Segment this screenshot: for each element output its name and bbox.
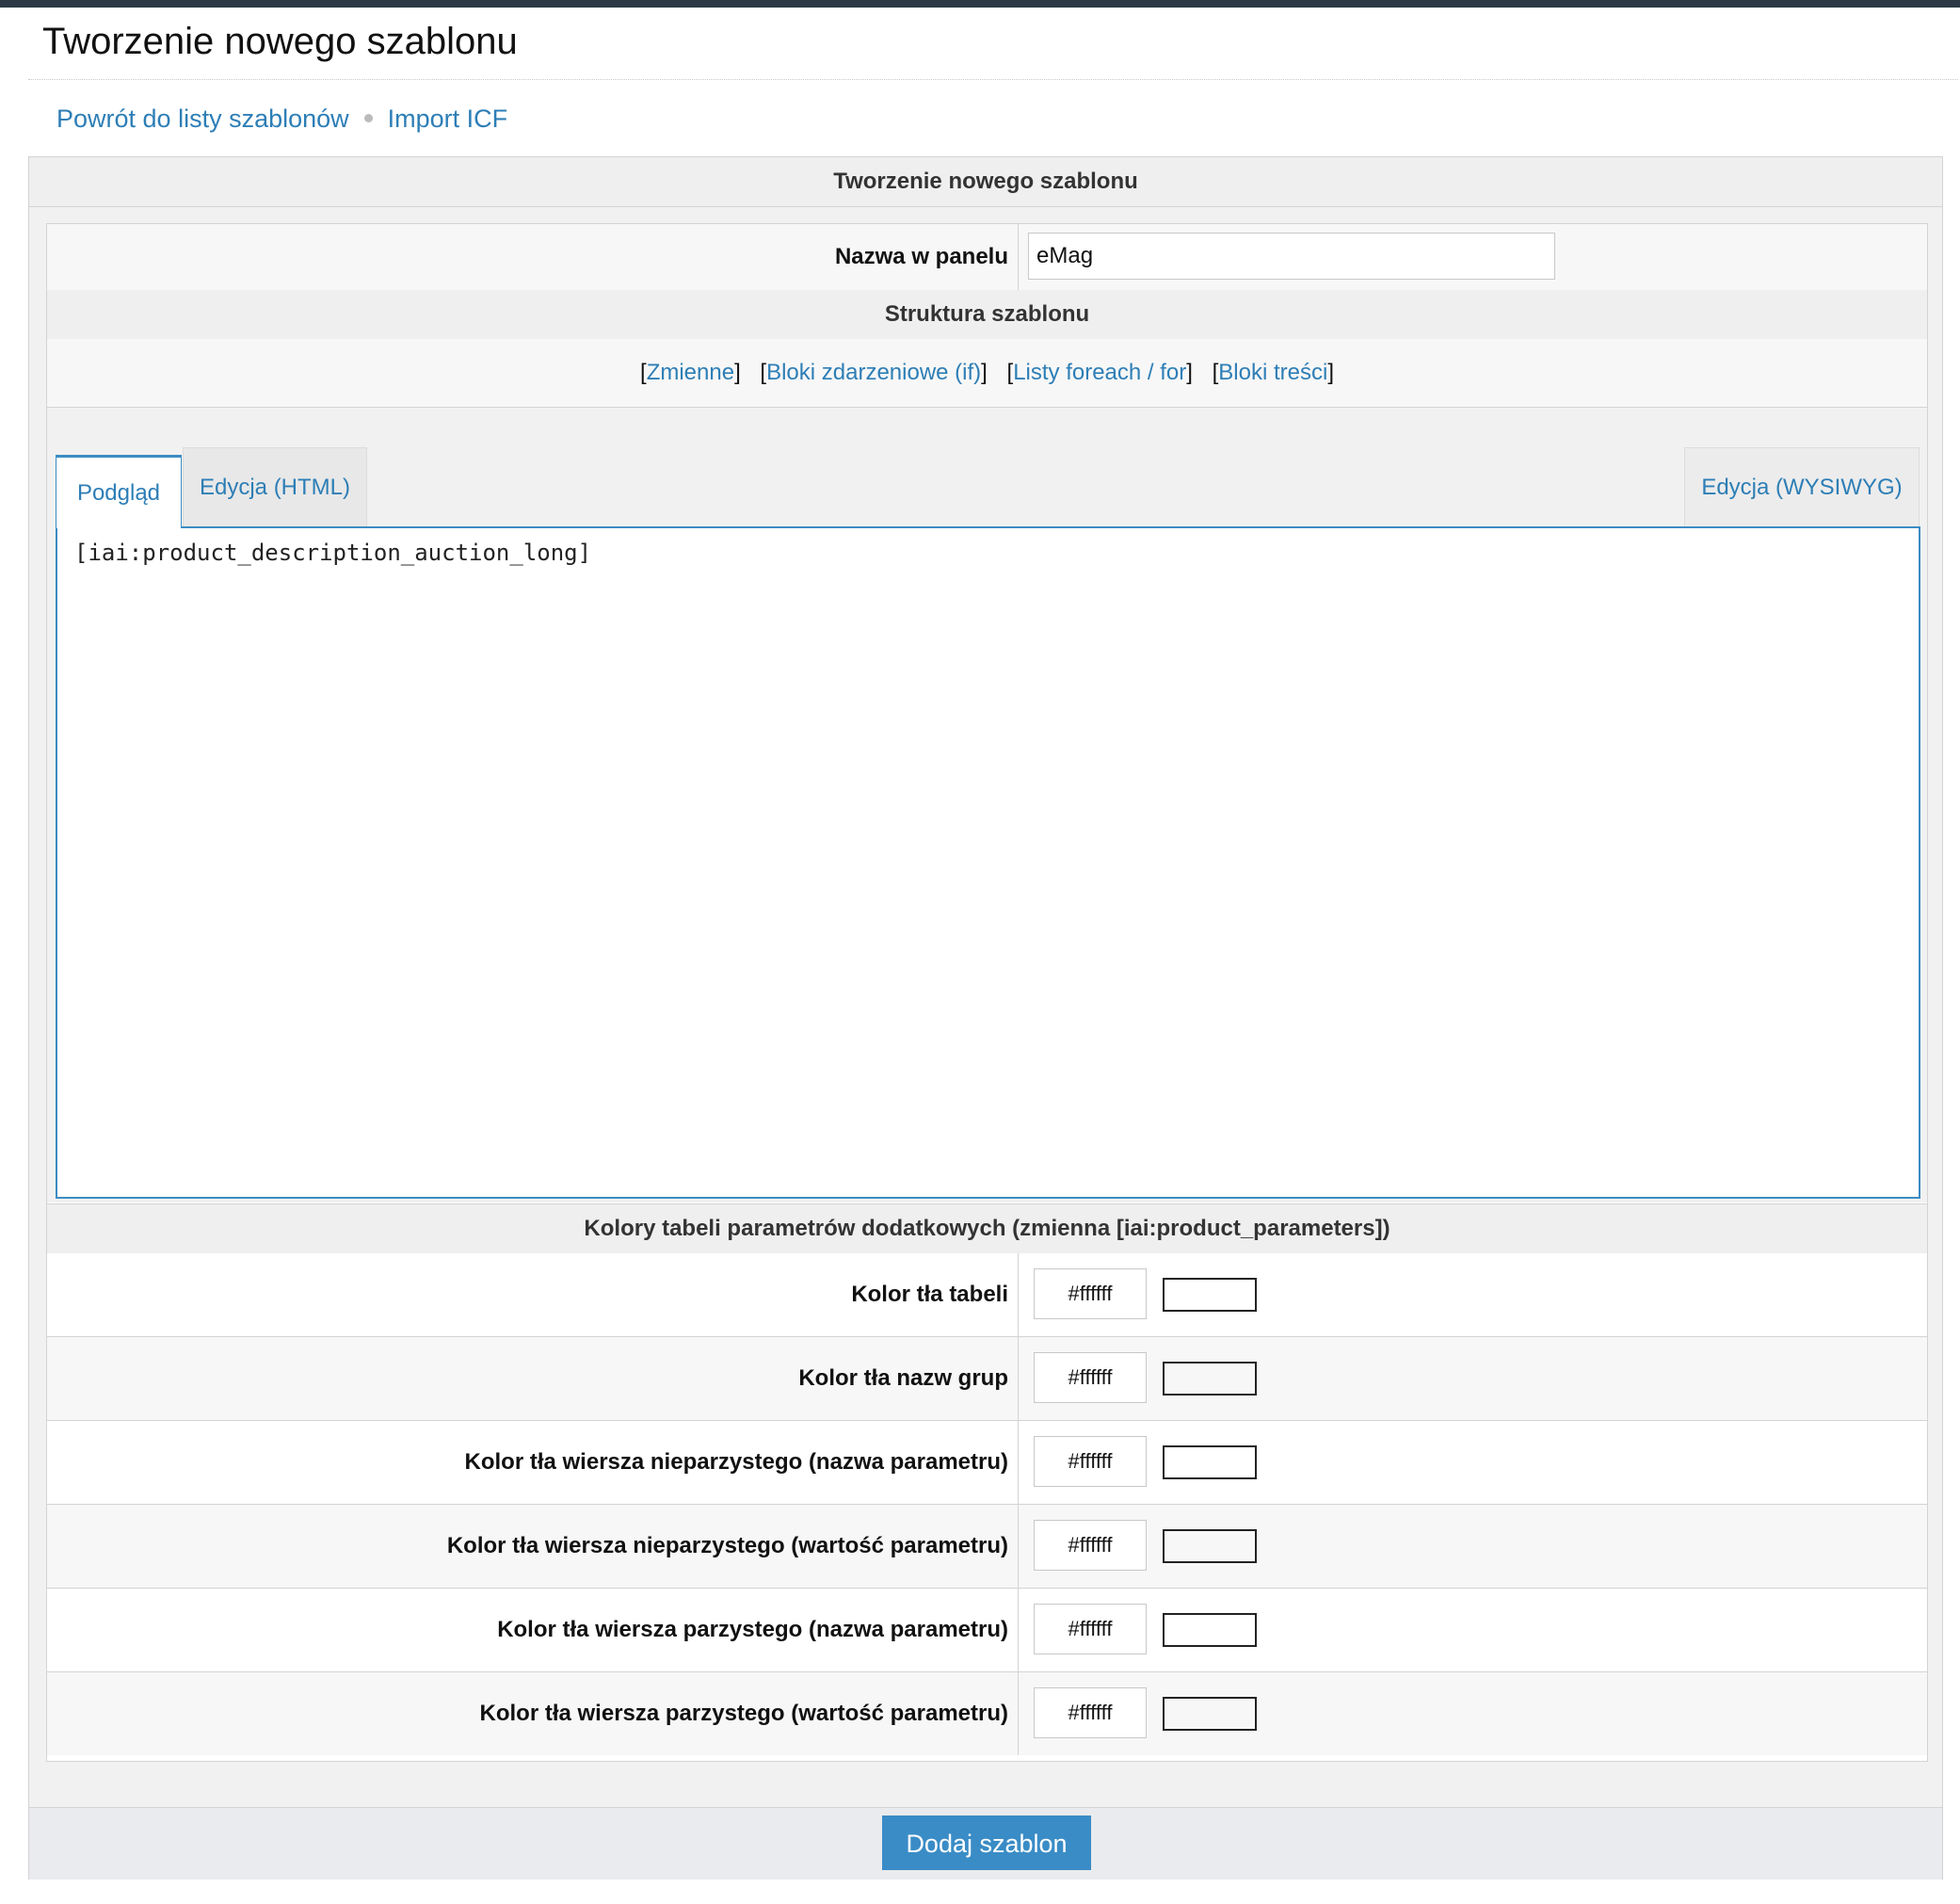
tab-wysiwyg-edit[interactable]: Edycja (WYSIWYG) xyxy=(1684,447,1920,526)
title-divider xyxy=(28,79,1958,80)
panel-heading: Tworzenie nowego szablonu xyxy=(29,157,1942,207)
form-table: Nazwa w panelu eMag Struktura szablonu [… xyxy=(46,223,1928,1762)
color-hex-input[interactable]: #ffffff xyxy=(1034,1436,1147,1487)
page-title: Tworzenie nowego szablonu xyxy=(42,21,518,62)
color-row-label: Kolor tła wiersza nieparzystego (wartość… xyxy=(47,1505,1019,1588)
name-row: Nazwa w panelu eMag xyxy=(47,224,1927,291)
form-footer: Dodaj szablon xyxy=(29,1807,1942,1880)
colors-heading: Kolory tabeli parametrów dodatkowych (zm… xyxy=(47,1203,1927,1254)
color-row: Kolor tła tabeli #ffffff xyxy=(47,1253,1927,1337)
editor-area: Podgląd Edycja (HTML) Edycja (WYSIWYG) [… xyxy=(47,408,1927,1202)
structure-links: [Zmienne] [Bloki zdarzeniowe (if)] [List… xyxy=(47,339,1927,408)
color-hex-input[interactable]: #ffffff xyxy=(1034,1520,1147,1571)
content-blocks-link[interactable]: Bloki treści xyxy=(1218,360,1327,385)
import-icf-link[interactable]: Import ICF xyxy=(388,105,508,133)
color-row: Kolor tła wiersza parzystego (wartość pa… xyxy=(47,1672,1927,1755)
color-swatch[interactable] xyxy=(1163,1613,1257,1647)
color-hex-input[interactable]: #ffffff xyxy=(1034,1268,1147,1319)
structure-heading: Struktura szablonu xyxy=(47,290,1927,340)
color-swatch[interactable] xyxy=(1163,1529,1257,1563)
color-row-label: Kolor tła tabeli xyxy=(47,1253,1019,1336)
foreach-lists-link[interactable]: Listy foreach / for xyxy=(1013,360,1186,385)
color-row-label: Kolor tła wiersza nieparzystego (nazwa p… xyxy=(47,1421,1019,1504)
back-to-templates-link[interactable]: Powrót do listy szablonów xyxy=(56,105,349,133)
page-links: Powrót do listy szablonów Import ICF xyxy=(56,100,507,137)
color-row: Kolor tła nazw grup #ffffff xyxy=(47,1337,1927,1421)
variables-link[interactable]: Zmienne xyxy=(647,360,734,385)
color-row: Kolor tła wiersza nieparzystego (nazwa p… xyxy=(47,1421,1927,1505)
template-editor[interactable]: [iai:product_description_auction_long] xyxy=(56,526,1920,1199)
tab-preview[interactable]: Podgląd xyxy=(56,455,182,528)
top-bar xyxy=(0,0,1960,8)
add-template-button[interactable]: Dodaj szablon xyxy=(882,1815,1091,1870)
color-hex-input[interactable]: #ffffff xyxy=(1034,1604,1147,1654)
color-row-label: Kolor tła nazw grup xyxy=(47,1337,1019,1420)
name-label: Nazwa w panelu xyxy=(47,224,1019,290)
color-row-label: Kolor tła wiersza parzystego (nazwa para… xyxy=(47,1589,1019,1671)
color-hex-input[interactable]: #ffffff xyxy=(1034,1687,1147,1738)
color-hex-input[interactable]: #ffffff xyxy=(1034,1352,1147,1403)
template-form-panel: Tworzenie nowego szablonu Nazwa w panelu… xyxy=(28,156,1943,1880)
event-blocks-link[interactable]: Bloki zdarzeniowe (if) xyxy=(766,360,981,385)
name-input[interactable]: eMag xyxy=(1028,233,1555,280)
color-swatch[interactable] xyxy=(1163,1697,1257,1731)
tab-html-edit[interactable]: Edycja (HTML) xyxy=(183,447,367,526)
color-swatch[interactable] xyxy=(1163,1278,1257,1312)
color-swatch[interactable] xyxy=(1163,1445,1257,1479)
color-swatch[interactable] xyxy=(1163,1362,1257,1396)
editor-content: [iai:product_description_auction_long] xyxy=(74,540,592,566)
color-row-label: Kolor tła wiersza parzystego (wartość pa… xyxy=(47,1672,1019,1755)
color-row: Kolor tła wiersza parzystego (nazwa para… xyxy=(47,1589,1927,1672)
color-row: Kolor tła wiersza nieparzystego (wartość… xyxy=(47,1505,1927,1589)
separator-dot xyxy=(363,114,373,123)
